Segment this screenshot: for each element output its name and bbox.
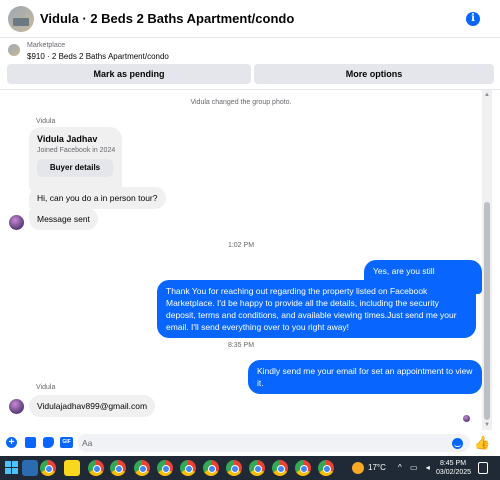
windows-start-icon[interactable] bbox=[5, 461, 19, 475]
chrome-icon[interactable] bbox=[295, 460, 311, 476]
clock-time: 8:45 PM bbox=[439, 460, 467, 467]
chrome-icon[interactable] bbox=[88, 460, 104, 476]
temperature[interactable]: 17°C bbox=[368, 463, 386, 472]
marketplace-label: Marketplace bbox=[27, 42, 66, 49]
chrome-icon[interactable] bbox=[249, 460, 265, 476]
timestamp: 1:02 PM bbox=[227, 242, 255, 249]
system-note: Vidula changed the group photo. bbox=[190, 99, 292, 106]
scroll-up-icon[interactable]: ▲ bbox=[484, 92, 490, 98]
chrome-icon[interactable] bbox=[180, 460, 196, 476]
message-incoming[interactable]: Message sent bbox=[29, 208, 98, 230]
chrome-icon[interactable] bbox=[157, 460, 173, 476]
weather-icon[interactable] bbox=[352, 462, 364, 474]
sender-name: Vidula bbox=[36, 384, 56, 391]
profile-joined: Joined Facebook in 2024 bbox=[37, 147, 116, 154]
buyer-details-button[interactable]: Buyer details bbox=[37, 159, 113, 177]
chrome-icon[interactable] bbox=[272, 460, 288, 476]
chrome-icon[interactable] bbox=[110, 460, 126, 476]
notification-icon[interactable] bbox=[478, 462, 488, 474]
mark-as-pending-button[interactable]: Mark as pending bbox=[7, 64, 251, 84]
message-list[interactable]: Vidula changed the group photo. Vidula V… bbox=[0, 90, 482, 430]
more-options-button[interactable]: More options bbox=[254, 64, 494, 84]
chrome-icon[interactable] bbox=[40, 460, 56, 476]
conversation-avatar[interactable] bbox=[8, 6, 34, 32]
gif-icon[interactable]: GIF bbox=[60, 437, 73, 448]
chrome-icon[interactable] bbox=[203, 460, 219, 476]
read-receipt-avatar bbox=[463, 415, 470, 422]
sender-name: Vidula bbox=[36, 118, 56, 125]
clock-date: 03/02/2025 bbox=[436, 469, 472, 476]
search-icon[interactable] bbox=[22, 460, 38, 476]
taskbar: 17°C ^ ▭ ◂ 8:45 PM 03/02/2025 bbox=[0, 456, 500, 480]
listing-thumbnail[interactable] bbox=[8, 44, 20, 56]
message-outgoing[interactable]: Kindly send me your email for set an app… bbox=[248, 360, 482, 394]
listing-title[interactable]: $910 · 2 Beds 2 Baths Apartment/condo bbox=[27, 52, 169, 61]
profile-name: Vidula Jadhav bbox=[37, 134, 98, 144]
message-incoming[interactable]: Hi, can you do a in person tour? bbox=[29, 187, 166, 209]
timestamp: 8:35 PM bbox=[227, 342, 255, 349]
like-icon[interactable]: 👍 bbox=[474, 436, 490, 449]
scrollbar-thumb[interactable] bbox=[484, 202, 490, 420]
message-input[interactable] bbox=[82, 436, 442, 450]
chrome-icon[interactable] bbox=[134, 460, 150, 476]
message-incoming[interactable]: Vidulajadhav899@gmail.com bbox=[29, 395, 156, 417]
chrome-icon[interactable] bbox=[318, 460, 334, 476]
sticker-icon[interactable] bbox=[43, 437, 54, 448]
info-icon[interactable]: i bbox=[466, 12, 480, 26]
scroll-down-icon[interactable]: ▼ bbox=[484, 422, 490, 428]
conversation-title[interactable]: Vidula · 2 Beds 2 Baths Apartment/condo bbox=[40, 11, 294, 26]
message-scrollbar[interactable]: ▲ ▼ bbox=[482, 90, 492, 430]
chrome-icon[interactable] bbox=[226, 460, 242, 476]
message-composer: + GIF 👍 bbox=[0, 430, 500, 456]
emoji-icon[interactable] bbox=[452, 438, 463, 449]
message-outgoing[interactable]: Thank You for reaching out regarding the… bbox=[157, 280, 476, 338]
sender-avatar[interactable] bbox=[9, 399, 24, 414]
photo-icon[interactable] bbox=[25, 437, 36, 448]
sticky-notes-icon[interactable] bbox=[64, 460, 80, 476]
chat-header: Vidula · 2 Beds 2 Baths Apartment/condo … bbox=[0, 0, 500, 38]
sender-avatar[interactable] bbox=[9, 215, 24, 230]
plus-icon[interactable]: + bbox=[6, 437, 17, 448]
system-tray-icons[interactable]: ^ ▭ ◂ bbox=[398, 463, 433, 472]
message-input-wrapper bbox=[77, 434, 470, 452]
marketplace-bar: Marketplace $910 · 2 Beds 2 Baths Apartm… bbox=[0, 38, 500, 90]
clock[interactable]: 8:45 PM 03/02/2025 bbox=[436, 459, 472, 477]
